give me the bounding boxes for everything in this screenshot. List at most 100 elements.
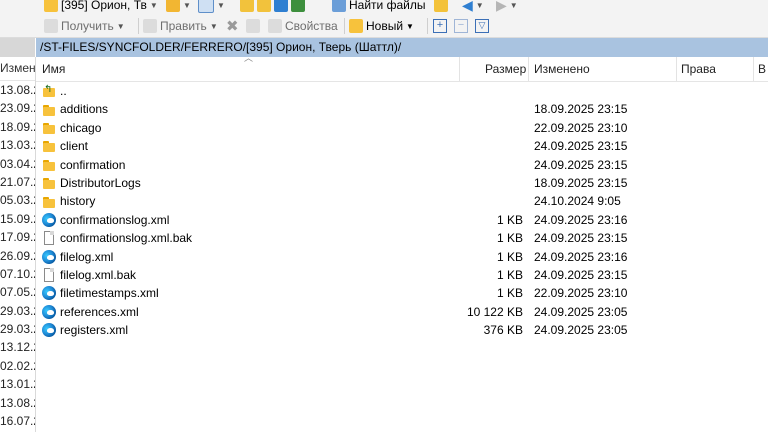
left-row-date[interactable]: 18.09.2 bbox=[0, 118, 35, 136]
file-row[interactable]: filelog.xml 1 KB 24.09.2025 23:16 bbox=[36, 248, 768, 266]
left-path-bar[interactable] bbox=[0, 38, 35, 57]
file-row[interactable]: client 24.09.2025 23:15 bbox=[36, 137, 768, 155]
file-row[interactable]: filelog.xml.bak 1 KB 24.09.2025 23:15 bbox=[36, 266, 768, 284]
file-name-cell: registers.xml bbox=[42, 321, 128, 339]
file-size: 1 KB bbox=[496, 212, 523, 227]
file-size: 1 KB bbox=[496, 231, 523, 246]
forward-button[interactable]: ▶ ▼ bbox=[496, 0, 518, 15]
deselect-button[interactable]: − bbox=[454, 16, 468, 36]
file-icon bbox=[42, 268, 56, 283]
new-folder-icon bbox=[349, 19, 363, 33]
local-file-panel[interactable]: Измен 13.08.223.09.218.09.213.03.203.04.… bbox=[0, 57, 36, 432]
left-row-date[interactable]: 02.02.2 bbox=[0, 357, 35, 375]
sync-icon bbox=[434, 0, 448, 12]
rename-button[interactable] bbox=[246, 16, 260, 36]
edge-xml-icon bbox=[42, 212, 56, 227]
column-name[interactable]: Имя bbox=[42, 57, 65, 81]
drive-selector[interactable]: [395] Орион, Тв ▼ bbox=[44, 0, 158, 15]
file-row[interactable]: confirmationslog.xml 1 KB 24.09.2025 23:16 bbox=[36, 211, 768, 229]
file-name-cell: filelog.xml bbox=[42, 248, 113, 266]
column-divider[interactable] bbox=[528, 57, 529, 81]
find-files-button[interactable]: Найти файлы bbox=[332, 0, 425, 15]
column-modified[interactable]: Изменено bbox=[534, 57, 590, 81]
left-row-date[interactable]: 13.01.2 bbox=[0, 375, 35, 393]
left-row-date[interactable]: 23.09.2 bbox=[0, 99, 35, 117]
file-row[interactable]: filetimestamps.xml 1 KB 22.09.2025 23:10 bbox=[36, 284, 768, 302]
column-divider[interactable] bbox=[753, 57, 754, 81]
left-row-date[interactable]: 13.08.2 bbox=[0, 394, 35, 412]
open-folder-button[interactable]: ▼ bbox=[166, 0, 191, 15]
file-toolbar: Получить ▼ Править ▼ ✖ Свойства Новый ▼ … bbox=[0, 15, 768, 38]
plus-icon: + bbox=[433, 19, 447, 33]
left-row-date[interactable]: 05.03.2 bbox=[0, 191, 35, 209]
rename-icon bbox=[246, 19, 260, 33]
left-row-date[interactable]: 03.04.2 bbox=[0, 155, 35, 173]
file-row[interactable]: history 24.10.2024 9:05 bbox=[36, 192, 768, 210]
remote-path-text: /ST-FILES/SYNCFOLDER/FERRERO/[395] Орион… bbox=[40, 40, 402, 54]
file-row[interactable]: references.xml 10 122 KB 24.09.2025 23:05 bbox=[36, 303, 768, 321]
file-modified: 24.09.2025 23:15 bbox=[534, 267, 628, 282]
open-folder-icon bbox=[166, 0, 180, 12]
left-column-modified[interactable]: Измен bbox=[0, 57, 35, 81]
left-row-date[interactable]: 13.12.2 bbox=[0, 338, 35, 356]
file-list: .. additions 18.09.2025 23:15 chicago 22.09.… bbox=[36, 81, 768, 339]
folder-icon bbox=[44, 0, 58, 12]
chevron-down-icon: ▼ bbox=[183, 0, 191, 10]
remote-path-bar[interactable]: /ST-FILES/SYNCFOLDER/FERRERO/[395] Орион… bbox=[36, 38, 768, 57]
edit-bookmark-icon bbox=[257, 0, 271, 12]
folder-icon bbox=[42, 139, 56, 153]
bookmark-buttons[interactable] bbox=[240, 0, 305, 15]
column-divider[interactable] bbox=[676, 57, 677, 81]
left-row-date[interactable]: 07.05.2 bbox=[0, 283, 35, 301]
column-owner[interactable]: В bbox=[758, 57, 766, 81]
file-row[interactable]: .. bbox=[36, 81, 768, 100]
file-name: filelog.xml bbox=[60, 249, 114, 264]
properties-button[interactable]: Свойства bbox=[268, 16, 338, 36]
filter-button[interactable]: ▼ bbox=[198, 0, 225, 15]
properties-icon bbox=[268, 19, 282, 33]
file-name-cell: filetimestamps.xml bbox=[42, 284, 159, 302]
remote-file-panel[interactable]: ︿ Имя Размер Изменено Права В .. addition… bbox=[36, 57, 768, 432]
file-row[interactable]: chicago 22.09.2025 23:10 bbox=[36, 119, 768, 137]
chevron-down-icon: ▼ bbox=[217, 0, 225, 10]
file-size: 1 KB bbox=[496, 267, 523, 282]
column-divider[interactable] bbox=[459, 57, 460, 81]
file-name: client bbox=[60, 139, 89, 154]
left-row-date[interactable]: 13.08.2 bbox=[0, 81, 35, 99]
file-modified: 18.09.2025 23:15 bbox=[534, 102, 628, 117]
file-name: registers.xml bbox=[60, 323, 129, 338]
back-button[interactable]: ◀ ▼ bbox=[462, 0, 484, 15]
file-row[interactable]: confirmation 24.09.2025 23:15 bbox=[36, 156, 768, 174]
delete-button[interactable]: ✖ bbox=[226, 16, 239, 36]
file-row[interactable]: additions 18.09.2025 23:15 bbox=[36, 100, 768, 118]
left-row-date[interactable]: 29.03.2 bbox=[0, 320, 35, 338]
column-rights[interactable]: Права bbox=[681, 57, 716, 81]
left-row-date[interactable]: 07.10.2 bbox=[0, 265, 35, 283]
chevron-down-icon: ▼ bbox=[149, 0, 158, 10]
left-row-date[interactable]: 21.07.2 bbox=[0, 173, 35, 191]
file-row[interactable]: DistributorLogs 18.09.2025 23:15 bbox=[36, 174, 768, 192]
file-name: confirmationslog.xml.bak bbox=[60, 231, 193, 246]
new-button[interactable]: Новый ▼ bbox=[349, 16, 414, 36]
left-row-date[interactable]: 26.09.2 bbox=[0, 247, 35, 265]
left-row-date[interactable]: 15.09.2 bbox=[0, 210, 35, 228]
file-modified: 24.09.2025 23:16 bbox=[534, 249, 628, 264]
left-row-date[interactable]: 16.07.2 bbox=[0, 412, 35, 430]
file-modified: 24.09.2025 23:15 bbox=[534, 139, 628, 154]
edge-xml-icon bbox=[42, 286, 56, 301]
left-row-date[interactable]: 29.03.2 bbox=[0, 302, 35, 320]
file-row[interactable]: registers.xml 376 KB 24.09.2025 23:05 bbox=[36, 321, 768, 339]
filter-mask-button[interactable]: ▽ bbox=[475, 16, 489, 36]
get-button[interactable]: Получить ▼ bbox=[44, 16, 125, 36]
file-row[interactable]: confirmationslog.xml.bak 1 KB 24.09.2025 2… bbox=[36, 229, 768, 247]
file-size: 1 KB bbox=[496, 249, 523, 264]
file-modified: 24.09.2025 23:16 bbox=[534, 212, 628, 227]
select-all-button[interactable]: + bbox=[433, 16, 447, 36]
folder-icon bbox=[42, 176, 56, 190]
left-date-list: 13.08.223.09.218.09.213.03.203.04.221.07… bbox=[0, 81, 35, 430]
edit-button[interactable]: Править ▼ bbox=[143, 16, 218, 36]
left-row-date[interactable]: 17.09.2 bbox=[0, 228, 35, 246]
column-size[interactable]: Размер bbox=[485, 57, 526, 81]
left-row-date[interactable]: 13.03.2 bbox=[0, 136, 35, 154]
sync-button[interactable] bbox=[434, 0, 448, 15]
